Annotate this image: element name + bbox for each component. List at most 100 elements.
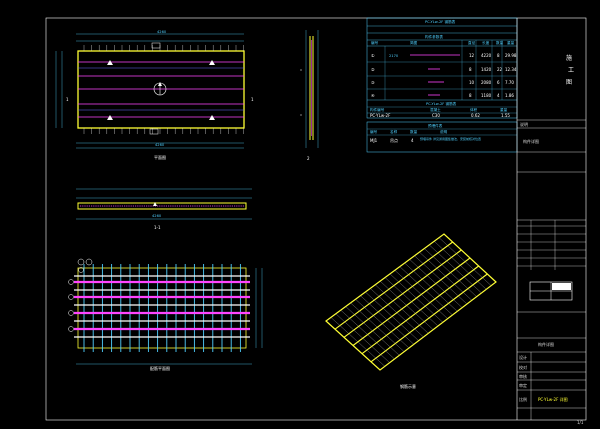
rebar-marker-bubble xyxy=(68,294,74,300)
svg-text:混凝土: 混凝土 xyxy=(430,107,441,112)
svg-text:C30: C30 xyxy=(432,113,440,118)
table3-title: 预埋件表 xyxy=(428,123,443,128)
svg-text:简图: 简图 xyxy=(410,40,418,45)
svg-text:比例: 比例 xyxy=(519,396,527,402)
drawing-line xyxy=(365,291,419,341)
svg-text:4: 4 xyxy=(411,138,414,143)
section-view: 4260 1-1 xyxy=(76,188,252,230)
drawing-line xyxy=(414,255,468,305)
table1-row: ④ 8 1180 4 1.86 xyxy=(371,93,514,98)
svg-text:2170: 2170 xyxy=(389,54,399,58)
plan-marker-left: 1 xyxy=(66,97,69,102)
svg-text:审核: 审核 xyxy=(519,373,527,379)
svg-text:10: 10 xyxy=(469,80,475,85)
rebar-marker-bubble xyxy=(68,279,74,285)
table2-caption: PC-YLw-2F 钢筋表 xyxy=(426,101,457,106)
svg-text:4: 4 xyxy=(497,93,500,98)
plan-dim-bottom: 4260 xyxy=(155,143,165,147)
table1-row: ② 8 1420 22 12.34 xyxy=(371,67,517,72)
svg-text:数量: 数量 xyxy=(496,40,504,45)
note-side-1: 施 xyxy=(566,54,572,62)
svg-text:长度: 长度 xyxy=(482,40,490,45)
project-label: 构件详图 xyxy=(538,341,554,347)
rebar-plan-title: 配筋平面图 xyxy=(150,365,170,371)
table1-title: PC-YLw-2F 钢筋表 xyxy=(425,19,456,24)
svg-text:重量: 重量 xyxy=(500,107,508,112)
svg-text:④: ④ xyxy=(371,93,375,98)
cad-drawing-canvas[interactable]: 4260 1 1 4260 平面图 2 4260 1-1 配筋平面图 钢筋示意 … xyxy=(0,0,600,429)
note-side-3: 图 xyxy=(566,79,572,86)
drawing-line xyxy=(345,306,400,356)
drawing-line xyxy=(360,295,414,345)
svg-text:校对: 校对 xyxy=(519,364,527,370)
notes-title: 说明 xyxy=(520,121,528,127)
svg-text:说明: 说明 xyxy=(440,129,448,134)
svg-text:数量: 数量 xyxy=(410,129,418,134)
side-view: 2 xyxy=(300,30,319,161)
drawing-line xyxy=(370,288,424,338)
svg-text:构件编号: 构件编号 xyxy=(370,107,385,112)
svg-text:7.70: 7.70 xyxy=(505,80,514,85)
svg-text:吊点: 吊点 xyxy=(390,137,398,143)
svg-text:设计: 设计 xyxy=(519,354,527,360)
svg-text:22: 22 xyxy=(497,67,503,72)
note-side-2: 工 xyxy=(568,67,574,74)
drawing-line xyxy=(419,251,472,301)
side-section-label: 2 xyxy=(307,156,310,161)
table1-header-note: 构件参数表 xyxy=(425,34,443,39)
drawing-line xyxy=(429,244,482,294)
svg-text:重量: 重量 xyxy=(507,40,515,45)
drawing-line xyxy=(409,259,463,308)
sheet-title: PC-YLw-2F 详图 xyxy=(538,396,568,402)
svg-text:预埋吊件 详见通用图集做法，安装前核对位置: 预埋吊件 详见通用图集做法，安装前核对位置 xyxy=(420,136,481,141)
svg-text:1420: 1420 xyxy=(481,67,492,72)
drawing-line xyxy=(389,273,443,323)
section-title: 1-1 xyxy=(154,225,161,230)
iso-title: 钢筋示意 xyxy=(400,383,416,389)
drawing-line xyxy=(350,302,405,352)
svg-text:8: 8 xyxy=(497,53,500,58)
svg-text:①: ① xyxy=(371,53,375,58)
svg-text:29.98: 29.98 xyxy=(505,53,517,58)
svg-text:1.55: 1.55 xyxy=(501,113,510,118)
svg-text:12.34: 12.34 xyxy=(505,67,517,72)
svg-text:4220: 4220 xyxy=(481,53,492,58)
plan-view: 4260 1 1 4260 平面图 xyxy=(55,30,254,160)
drawing-line xyxy=(384,277,439,327)
svg-text:体积: 体积 xyxy=(470,107,478,112)
title-block: 施 工 图 说明 构件详图 构件详图 设计 校对 审核 审定 比例 PC-YLw… xyxy=(516,18,586,425)
svg-text:MJ1: MJ1 xyxy=(370,138,378,143)
svg-text:8: 8 xyxy=(469,93,472,98)
plan-marker-right: 1 xyxy=(251,97,254,102)
isometric-view: 钢筋示意 xyxy=(325,233,497,389)
drawing-line xyxy=(340,309,395,360)
svg-text:6: 6 xyxy=(497,80,500,85)
plan-title: 平面图 xyxy=(154,154,166,160)
svg-text:0.62: 0.62 xyxy=(471,113,480,118)
svg-text:直径: 直径 xyxy=(468,40,476,45)
drawing-line xyxy=(424,248,477,297)
svg-text:8: 8 xyxy=(469,67,472,72)
plan-dim-top: 4260 xyxy=(157,30,167,34)
svg-text:③: ③ xyxy=(371,80,375,85)
svg-text:编号: 编号 xyxy=(371,40,379,45)
svg-text:审定: 审定 xyxy=(519,382,527,388)
rebar-marker-bubble xyxy=(68,310,74,316)
rebar-plan-view: 配筋平面图 xyxy=(68,258,263,371)
svg-text:2080: 2080 xyxy=(481,80,492,85)
svg-text:②: ② xyxy=(371,67,375,72)
page-number: 1/1 xyxy=(577,420,584,425)
plan-slab-outline xyxy=(77,50,245,129)
drawing-line xyxy=(375,284,429,334)
drawing-line xyxy=(404,262,458,312)
drawing-line xyxy=(379,280,434,330)
drawing-line xyxy=(438,237,492,286)
drawing-line xyxy=(335,313,390,363)
drawing-line xyxy=(394,270,448,319)
table1-row: ③ 10 2080 6 7.70 xyxy=(371,80,514,85)
table1-header: 编号 简图 直径 长度 数量 重量 xyxy=(371,40,515,45)
svg-text:编号: 编号 xyxy=(370,129,378,134)
table1-row: ① 2170 12 4220 8 29.98 xyxy=(371,53,517,58)
svg-text:PC-YLw-2F: PC-YLw-2F xyxy=(370,113,391,118)
project-name: 构件详图 xyxy=(523,138,539,144)
